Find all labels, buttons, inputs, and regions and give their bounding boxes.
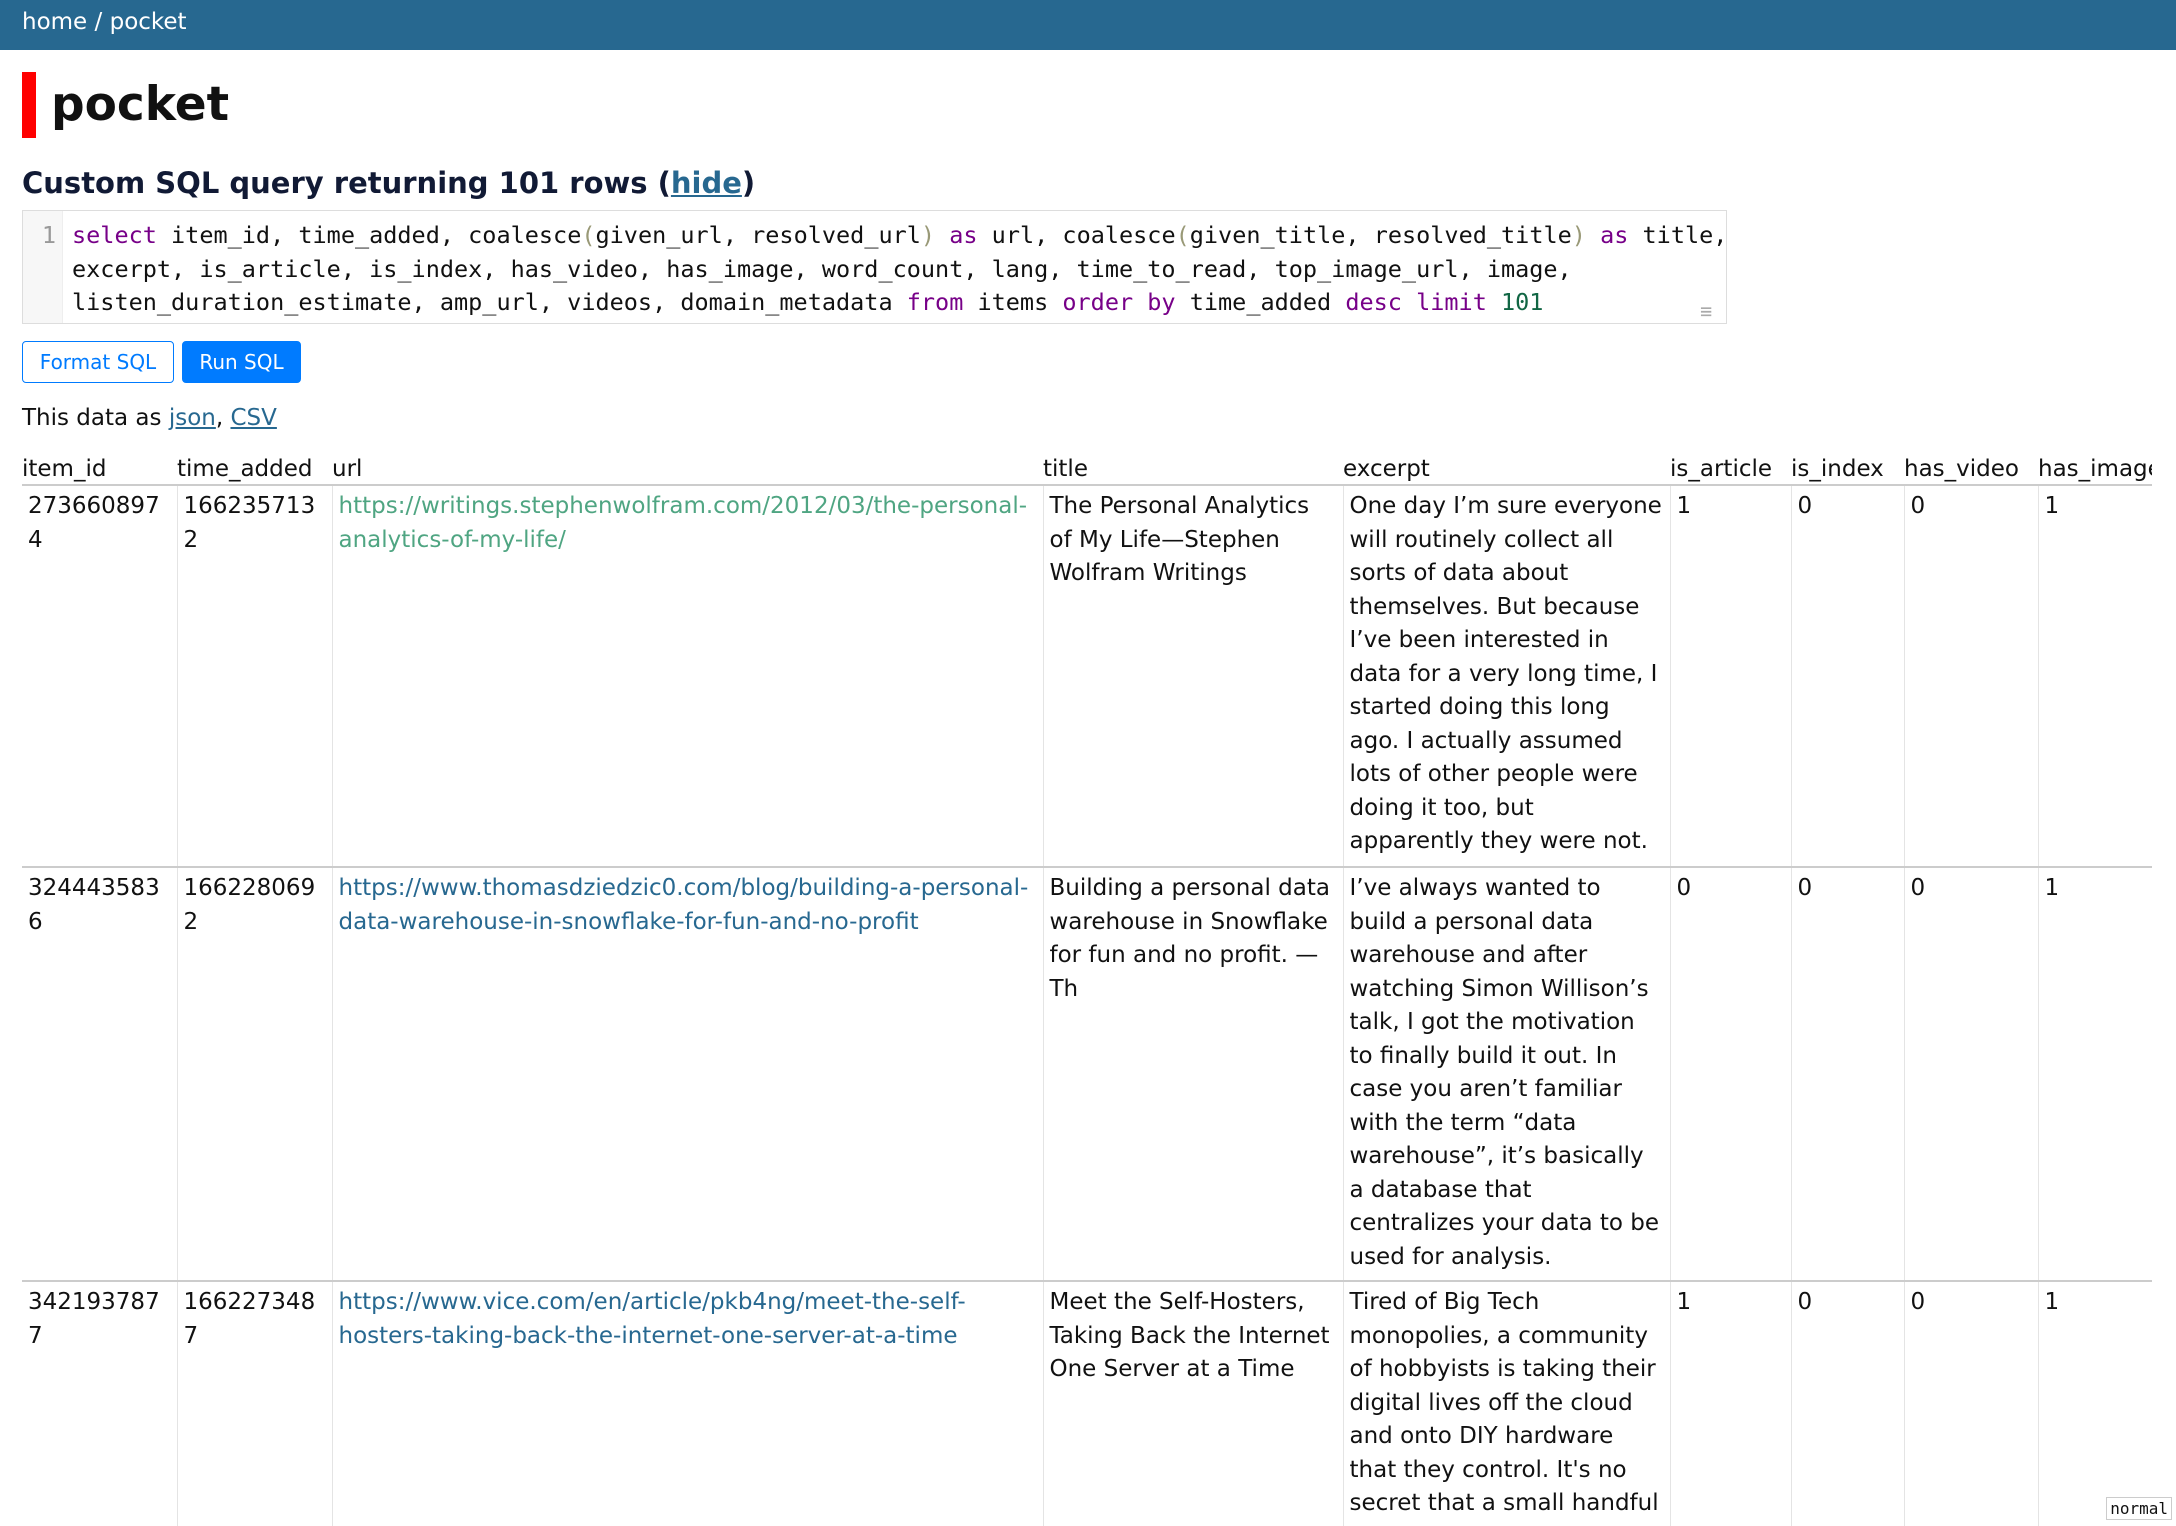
run-sql-button[interactable]: Run SQL [182,341,301,383]
column-header-url[interactable]: url [332,451,1043,486]
sql-token: as [1600,221,1629,249]
sql-token: ( [581,221,596,249]
cell-is-article: 1 [1670,1281,1792,1526]
sql-line: excerpt, is_article, is_index, has_video… [72,253,1712,287]
sql-token: items [963,288,1063,316]
cell-item-id: 2736608974 [22,485,178,868]
export-line: This data as json, CSV [22,403,277,433]
sql-token: title, [1628,221,1728,249]
sql-token: as [949,221,978,249]
column-header-has-image[interactable]: has_image [2038,451,2152,486]
sql-token: ) [920,221,936,249]
results-table: item_id time_added url title excerpt is_… [22,451,2152,1526]
sql-token: time_added [1175,288,1346,316]
breadcrumb-separator: / [94,9,103,35]
column-header-excerpt[interactable]: excerpt [1343,451,1670,486]
page-title: pocket [22,72,229,138]
export-json-link[interactable]: json [169,405,216,431]
sql-token: listen_duration_estimate, amp_url, video… [72,288,907,316]
cell-is-index: 0 [1791,1281,1905,1526]
sql-token: item_id, time_added, coalesce [156,221,582,249]
sql-code-text[interactable]: select item_id, time_added, coalesce(giv… [72,219,1727,320]
cell-title: Building a personal data warehouse in Sn… [1043,867,1344,1282]
column-header-has-video[interactable]: has_video [1904,451,2038,486]
sql-token: ( [1175,221,1190,249]
sql-token: limit [1416,288,1487,316]
column-header-is-article[interactable]: is_article [1670,451,1791,486]
sql-token: 101 [1501,288,1544,316]
export-separator: , [215,405,231,431]
sql-token: excerpt, is_article, is_index, has_video… [72,254,1572,283]
column-header-title[interactable]: title [1043,451,1343,486]
cell-item-id: 3244435836 [22,867,178,1282]
breadcrumb-current-link[interactable]: pocket [110,9,187,35]
query-heading: Custom SQL query returning 101 rows (hid… [22,163,755,203]
editor-mode-indicator: normal [2106,1497,2172,1520]
cell-has-image: 1 [2038,485,2152,868]
cell-has-video: 0 [1904,1281,2039,1526]
table-row: 2736608974 1662357132 https://writings.s… [22,485,2152,868]
format-sql-button[interactable]: Format SQL [22,341,174,383]
cell-excerpt: Tired of Big Tech monopolies, a communit… [1343,1281,1671,1526]
url-link[interactable]: https://www.vice.com/en/article/pkb4ng/m… [339,1289,966,1349]
results-table-container[interactable]: item_id time_added url title excerpt is_… [22,451,2152,1526]
sql-editor[interactable]: 1 select item_id, time_added, coalesce(g… [22,210,1727,324]
sql-token: url, coalesce [977,221,1176,249]
breadcrumb-home-link[interactable]: home [22,9,87,35]
sql-token: ) [1571,221,1586,249]
sql-line: listen_duration_estimate, amp_url, video… [72,286,1712,320]
cell-has-video: 0 [1904,485,2039,868]
url-link[interactable]: https://writings.stephenwolfram.com/2012… [339,493,1028,553]
table-header-row: item_id time_added url title excerpt is_… [22,451,2152,486]
cell-is-index: 0 [1791,485,1905,868]
query-heading-text: Custom SQL query returning 101 rows ( [22,166,671,200]
column-header-is-index[interactable]: is_index [1791,451,1904,486]
hide-query-link[interactable]: hide [671,166,742,200]
cell-has-image: 1 [2038,867,2152,1282]
sql-token: desc [1345,288,1402,316]
column-header-item-id[interactable]: item_id [22,451,177,486]
sql-token: given_url, resolved_url [595,221,921,249]
cell-url: https://www.thomasdziedzic0.com/blog/bui… [332,867,1044,1282]
sql-line: select item_id, time_added, coalesce(giv… [72,219,1727,253]
cell-time-added: 1662273487 [177,1281,333,1526]
cell-time-added: 1662357132 [177,485,333,868]
table-row: 3244435836 1662280692 https://www.thomas… [22,867,2152,1282]
url-link[interactable]: https://www.thomasdziedzic0.com/blog/bui… [339,875,1029,935]
cell-has-image: 1 [2038,1281,2152,1526]
top-navigation-bar: home / pocket [0,0,2176,50]
line-number-gutter: 1 [23,211,63,323]
cell-excerpt: I’ve always wanted to build a personal d… [1343,867,1671,1282]
cell-is-article: 0 [1670,867,1792,1282]
cell-is-index: 0 [1791,867,1905,1282]
export-prefix: This data as [22,405,169,431]
sql-token: from [906,288,964,316]
sql-token: order by [1062,288,1176,316]
cell-excerpt: One day I’m sure everyone will routinely… [1343,485,1671,868]
cell-url: https://www.vice.com/en/article/pkb4ng/m… [332,1281,1044,1526]
cell-has-video: 0 [1904,867,2039,1282]
cell-time-added: 1662280692 [177,867,333,1282]
sql-token: select [72,221,157,249]
sql-token: given_title, resolved_title [1189,221,1572,249]
cell-item-id: 3421937877 [22,1281,178,1526]
export-csv-link[interactable]: CSV [230,405,276,431]
cell-title: The Personal Analytics of My Life—Stephe… [1043,485,1344,868]
query-heading-suffix: ) [741,166,756,200]
column-header-time-added[interactable]: time_added [177,451,332,486]
cell-title: Meet the Self-Hosters, Taking Back the I… [1043,1281,1344,1526]
table-row: 3421937877 1662273487 https://www.vice.c… [22,1281,2152,1526]
resize-handle-icon[interactable]: ≡ [1700,301,1720,321]
cell-is-article: 1 [1670,485,1792,868]
cell-url: https://writings.stephenwolfram.com/2012… [332,485,1044,868]
